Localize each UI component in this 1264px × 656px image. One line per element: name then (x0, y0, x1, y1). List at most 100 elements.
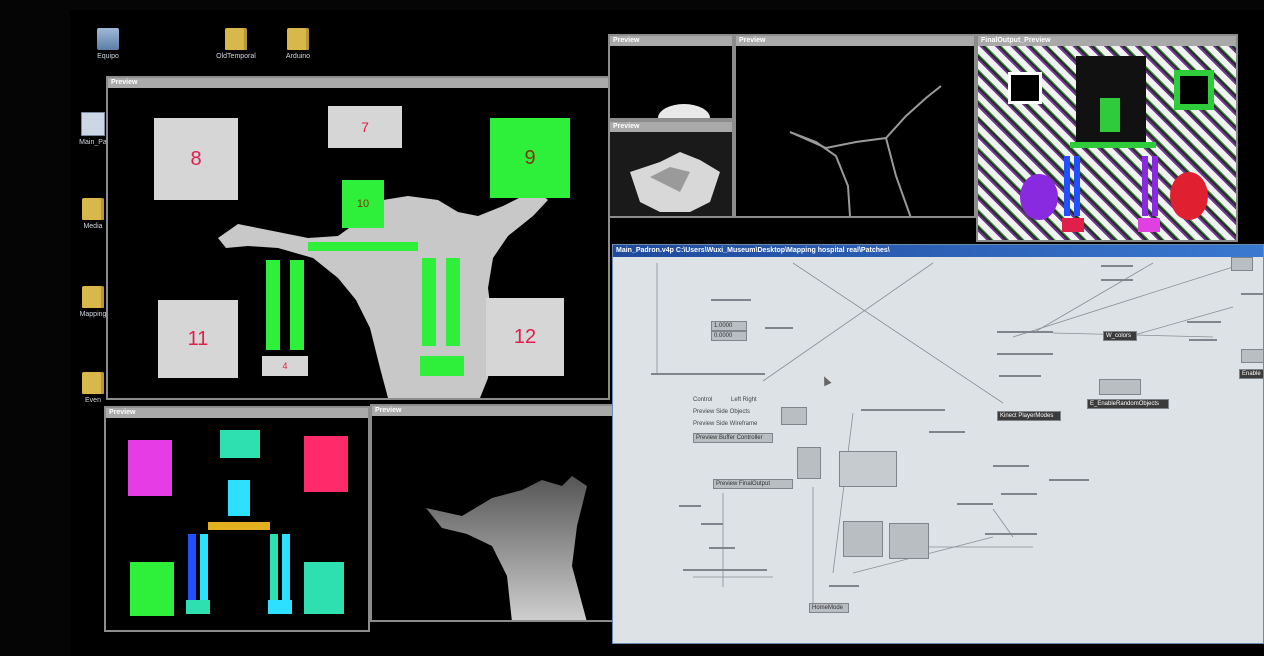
small-preview-window-1[interactable]: Preview (608, 34, 734, 120)
output-oval-purple (1020, 174, 1058, 220)
output-bar-purple-1 (1142, 156, 1148, 216)
window-title: FinalOutput_Preview (978, 36, 1236, 46)
desktop-icon-label: Arduino (285, 53, 311, 60)
patch-node[interactable] (1241, 349, 1263, 363)
patch-node-block[interactable] (839, 451, 897, 487)
window-title: Preview (610, 122, 732, 132)
desktop-icon-equipo[interactable]: Equipo (78, 28, 138, 60)
output-square-green (1174, 70, 1214, 110)
patch-node-vector[interactable] (843, 521, 883, 557)
patch-node[interactable] (1001, 493, 1037, 495)
output-block-magenta (1138, 218, 1160, 232)
color-square-teal-bottom (304, 562, 344, 614)
patch-canvas[interactable]: 1.0000 0.0000 Control Left Right Preview… (613, 257, 1263, 643)
depth-preview-canvas (372, 416, 614, 620)
patch-toggle[interactable] (781, 407, 807, 425)
output-oval-red (1170, 172, 1208, 220)
patch-label-control: Control (693, 397, 713, 403)
patch-node[interactable] (929, 431, 965, 433)
color-bar-blue-left (188, 534, 196, 600)
silhouette-outline (789, 85, 942, 216)
final-output-preview-window[interactable]: FinalOutput_Preview (976, 34, 1238, 242)
patch-node[interactable] (679, 505, 701, 507)
green-bar-right-2 (446, 258, 460, 346)
desktop-icon-oldtemporal[interactable]: OldTemporal (206, 28, 266, 60)
silhouette-preview-canvas (736, 46, 974, 216)
patch-node[interactable] (709, 547, 735, 549)
folder-icon (287, 28, 309, 50)
window-title: Preview (108, 78, 608, 88)
patch-label-side-wireframe: Preview Side Wireframe (693, 421, 758, 427)
window-title: Preview (736, 36, 974, 46)
output-door (1100, 98, 1120, 132)
patch-node-block[interactable] (1099, 379, 1141, 395)
patch-node-value-1[interactable]: 1.0000 (711, 321, 747, 331)
patch-editor-window[interactable]: Main_Padron.v4p C:\Users\Wuxi_Museum\Des… (612, 244, 1264, 644)
main-preview-canvas: 8 7 9 10 11 4 12 (108, 88, 608, 398)
patch-node[interactable] (765, 327, 793, 329)
white-figure-preview (610, 132, 732, 216)
patch-node-bar[interactable] (651, 373, 765, 375)
color-bar-cyan-left (200, 534, 208, 600)
patch-node[interactable] (797, 447, 821, 479)
main-preview-window[interactable]: Preview 8 7 9 10 11 4 12 (106, 76, 610, 400)
bottom-left-preview-canvas (106, 418, 368, 630)
patch-node-bar[interactable] (985, 533, 1037, 535)
desktop-icon-label: Media (83, 223, 103, 230)
patch-node[interactable] (997, 331, 1053, 333)
patch-node-random-objects[interactable]: E_EnableRandomObjects (1087, 399, 1169, 409)
bottom-left-preview-window[interactable]: Preview (104, 406, 370, 632)
desktop-icon-arduino[interactable]: Arduino (268, 28, 328, 60)
patch-editor-title: Main_Padron.v4p C:\Users\Wuxi_Museum\Des… (613, 245, 1263, 257)
patch-node[interactable] (957, 503, 993, 505)
patch-node[interactable] (1049, 479, 1089, 481)
patch-node-enable[interactable]: Enable (1239, 369, 1263, 379)
window-title: Preview (106, 408, 368, 418)
patch-node[interactable] (711, 299, 751, 301)
patch-node-bar[interactable] (997, 353, 1053, 355)
output-bar-blue-1 (1064, 156, 1070, 216)
patch-node[interactable] (1231, 257, 1253, 271)
patch-node[interactable] (1241, 293, 1263, 295)
green-bar-horizontal (308, 242, 418, 251)
patch-node-kinect-player-modes[interactable]: Kinect PlayerModes (997, 411, 1061, 421)
patch-node-bar[interactable] (861, 409, 945, 411)
patch-node[interactable] (993, 465, 1029, 467)
output-bar-purple-2 (1152, 156, 1158, 216)
patch-node-buffer-controller[interactable]: Preview Buffer Controller (693, 433, 773, 443)
patch-node[interactable] (829, 585, 859, 587)
green-bar-left-1 (266, 260, 280, 350)
patch-node-vector[interactable] (889, 523, 929, 559)
patch-node-w-colors[interactable]: W_colors (1103, 331, 1137, 341)
desktop-icon-label: Even (85, 397, 101, 404)
patch-label-left-right: Left Right (731, 397, 757, 403)
projection-square-9: 9 (490, 118, 570, 198)
color-square-pink (304, 436, 348, 492)
patch-node[interactable] (1187, 321, 1221, 323)
patch-node[interactable] (1189, 339, 1217, 341)
patch-node[interactable] (1101, 279, 1133, 281)
desktop-icon-label: Main_Pa (79, 139, 107, 146)
small-preview-window-2[interactable]: Preview (608, 120, 734, 218)
color-square-cyan (228, 480, 250, 516)
desktop-icon-label: OldTemporal (216, 53, 256, 60)
silhouette-preview-window[interactable]: Preview (734, 34, 976, 218)
color-square-teal-top (220, 430, 260, 458)
depth-preview-window[interactable]: Preview (370, 404, 616, 622)
color-square-green (130, 562, 174, 616)
patch-node[interactable] (701, 523, 723, 525)
patch-file-icon (81, 112, 105, 136)
patch-node-homemode[interactable]: HomeMode (809, 603, 849, 613)
patch-node[interactable] (1101, 265, 1133, 267)
patch-node[interactable] (999, 375, 1041, 377)
patch-label-side-objects: Preview Side Objects (693, 409, 751, 415)
patch-node-final-output[interactable]: Preview FinalOutput (713, 479, 793, 489)
color-bar-teal-right (270, 534, 278, 600)
window-title: Preview (372, 406, 614, 416)
folder-icon (82, 372, 104, 394)
color-bar-cyan-right (282, 534, 290, 600)
color-square-magenta (128, 440, 172, 496)
patch-node-bar[interactable] (683, 569, 767, 571)
patch-node-value-2[interactable]: 0.0000 (711, 331, 747, 341)
folder-icon (82, 198, 104, 220)
